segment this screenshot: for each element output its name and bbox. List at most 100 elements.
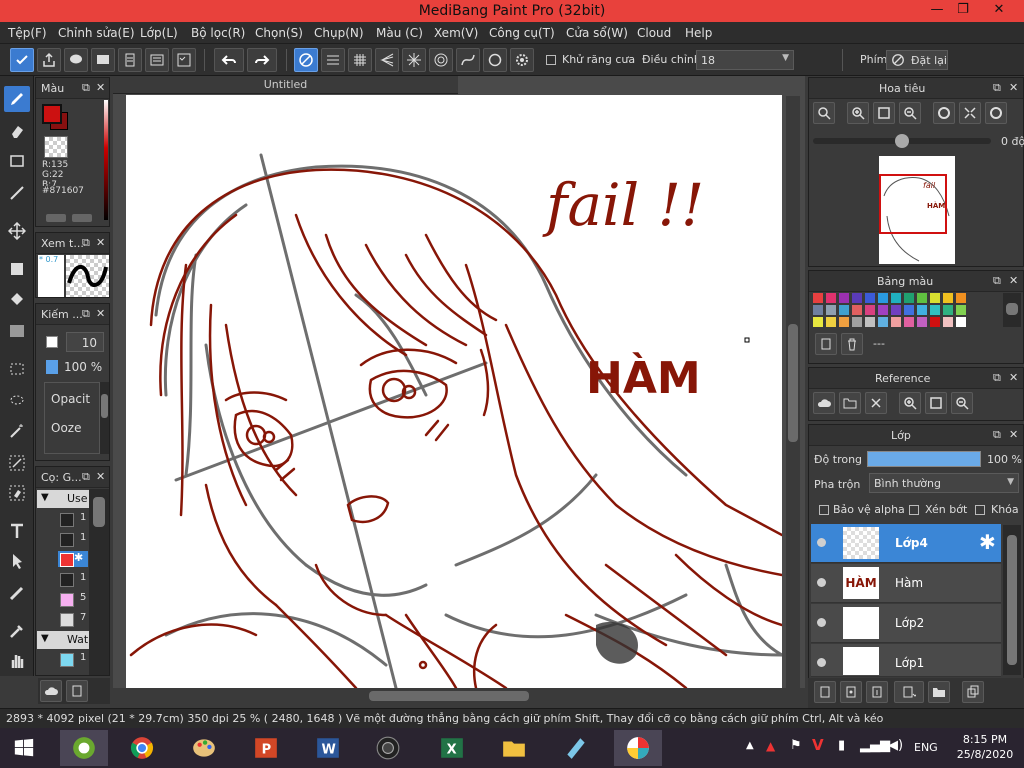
color-history-button[interactable] [72,214,92,222]
close-icon[interactable]: ✕ [96,236,105,249]
reference-fit-button[interactable] [925,392,947,414]
reset-button[interactable]: Đặt lại [886,50,948,70]
float-icon[interactable]: ⧉ [82,470,90,484]
brush-list-scrollbar[interactable] [89,489,109,675]
palette-swatch[interactable] [878,293,888,303]
palette-swatch[interactable] [891,305,901,315]
reference-cloud-button[interactable] [813,392,835,414]
float-icon[interactable]: ⧉ [993,81,1001,95]
reference-open-button[interactable] [839,392,861,414]
gear-icon[interactable]: ✱ [74,551,83,564]
menu-layer[interactable]: Lớp(L) [140,26,178,40]
antivirus-icon[interactable]: V [812,736,824,754]
palette-swatch[interactable] [878,305,888,315]
menu-capture[interactable]: Chụp(N) [314,26,364,40]
palette-swatch[interactable] [813,305,823,315]
float-icon[interactable]: ⧉ [82,236,90,250]
brush-item-selected[interactable]: ✱ [58,551,88,567]
reference-close-button[interactable] [865,392,887,414]
brush-group-user[interactable]: ▼ Use [37,490,89,508]
palette-swatch[interactable] [943,317,953,327]
palette-swatch[interactable] [956,293,966,303]
palette-scrollbar[interactable] [1003,293,1021,327]
transparent-swatch[interactable] [44,136,68,158]
brush-item[interactable]: 1 [58,511,88,527]
palette-swatch[interactable] [904,305,914,315]
perspective-snap-button[interactable] [375,48,399,72]
taskbar-app-explorer[interactable] [490,730,538,766]
palette-swatch[interactable] [865,293,875,303]
close-icon[interactable]: ✕ [96,307,105,320]
palette-swatch[interactable] [891,293,901,303]
palette-swatch[interactable] [865,305,875,315]
list-button[interactable] [145,48,169,72]
start-button[interactable] [0,730,48,766]
float-icon[interactable]: ⧉ [993,428,1001,442]
protect-alpha-checkbox[interactable] [819,505,829,515]
text-tool[interactable] [4,518,30,544]
float-icon[interactable]: ⧉ [82,81,90,95]
visibility-icon[interactable] [817,538,826,547]
taskbar-app-chrome[interactable] [118,730,166,766]
eyedropper-tool[interactable] [4,618,30,644]
menu-help[interactable]: Help [685,26,712,40]
volume-icon[interactable]: ◀) [888,738,903,753]
network-icon[interactable]: ▂▄▆ [860,738,890,753]
parallel-snap-button[interactable] [321,48,345,72]
palette-swatch[interactable] [930,293,940,303]
layers-scrollbar[interactable] [1003,525,1021,675]
navigator-thumbnail[interactable]: fail HÀM [879,156,955,264]
brush-tool[interactable] [4,86,30,112]
select-tool[interactable] [4,356,30,382]
taskbar-app-paint[interactable] [180,730,228,766]
visibility-icon[interactable] [817,578,826,587]
correction-dropdown[interactable]: 18 ▼ [696,50,794,70]
lasso-tool[interactable] [4,388,30,414]
float-icon[interactable]: ⧉ [993,274,1001,288]
curve-snap-button[interactable] [456,48,480,72]
bucket-tool[interactable] [4,286,30,312]
palette-swatch[interactable] [839,293,849,303]
palette-swatch[interactable] [956,305,966,315]
comment-button[interactable] [64,48,88,72]
show-hidden-icons[interactable]: ▲ [746,740,754,751]
float-icon[interactable]: ⧉ [82,307,90,321]
brush-mode-button[interactable] [10,48,34,72]
tray-app-icon[interactable]: ▲ [766,739,775,753]
taskbar-app-ccleaner[interactable] [60,730,108,766]
menu-filter[interactable]: Bộ lọc(R) [191,26,245,40]
eraser-tool[interactable] [4,118,30,144]
menu-cloud[interactable]: Cloud [637,26,671,40]
close-icon[interactable]: ✕ [96,81,105,94]
gear-icon[interactable]: ✱ [979,530,996,554]
divide-tool[interactable] [4,580,30,606]
brush-add-button[interactable] [66,680,88,702]
close-icon[interactable]: ✕ [96,470,105,483]
battery-icon[interactable]: ▮ [838,738,845,753]
brush-item[interactable]: 1 [58,531,88,547]
menu-color[interactable]: Màu (C) [376,26,423,40]
color-slider[interactable] [104,100,108,220]
reference-zoom-out-button[interactable] [951,392,973,414]
clipping-checkbox[interactable] [909,505,919,515]
redo-button[interactable] [247,48,277,72]
palette-swatch[interactable] [930,305,940,315]
palette-swatch[interactable] [826,317,836,327]
lock-checkbox[interactable] [975,505,985,515]
palette-swatch[interactable] [839,317,849,327]
snap-off-button[interactable] [294,48,318,72]
brush-cloud-button[interactable] [40,680,62,702]
brush-item[interactable]: 1 [58,571,88,587]
close-icon[interactable]: ✕ [1009,274,1018,287]
clock[interactable]: 8:15 PM 25/8/2020 [952,732,1018,762]
brush-item[interactable]: 1 [58,651,88,667]
menu-view[interactable]: Xem(V) [434,26,478,40]
select-eraser-tool[interactable] [4,480,30,506]
palette-swatch[interactable] [956,317,966,327]
palette-swatch[interactable] [852,305,862,315]
new-layer-button[interactable] [814,681,836,703]
concentric-snap-button[interactable] [429,48,453,72]
brush-item[interactable]: 7 [58,611,88,627]
gradient-tool[interactable] [4,318,30,344]
layer-row[interactable]: Lớp2 [811,604,1001,643]
